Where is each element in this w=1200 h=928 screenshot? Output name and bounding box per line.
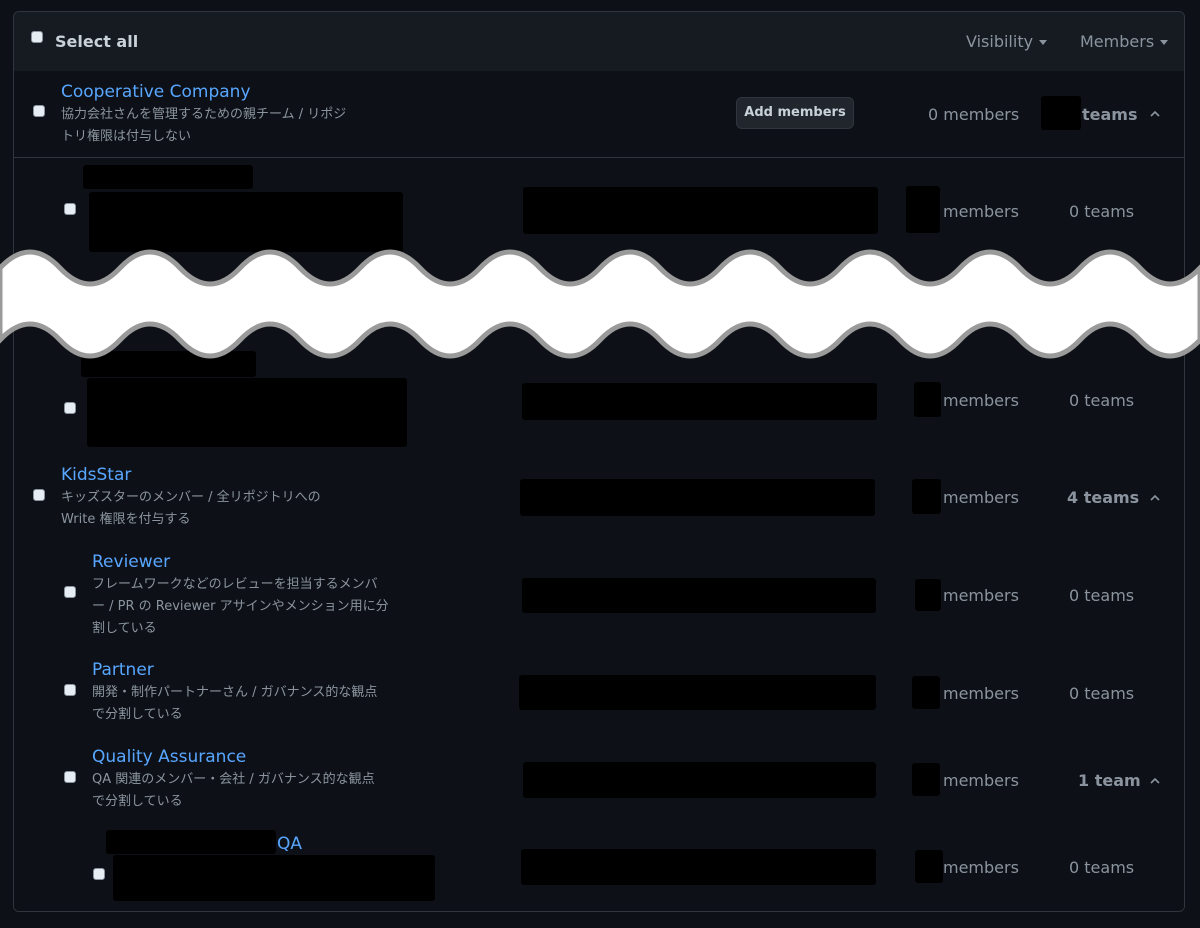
team-row-qa: QA members 0 teams xyxy=(14,823,1184,911)
team-name-link[interactable]: Partner xyxy=(92,660,154,680)
redacted-block xyxy=(914,382,941,417)
team-name-link[interactable]: Cooperative Company xyxy=(61,82,251,102)
team-row-kidsstar: KidsStar キッズスターのメンバー / 全リポジトリへの Write 権限を… xyxy=(14,454,1184,542)
torn-edge-overlay xyxy=(0,249,1200,359)
teams-count[interactable]: 1 team xyxy=(1078,771,1141,790)
teams-count[interactable]: 0 teams xyxy=(1069,684,1134,703)
team-row-partner: Partner 開発・制作パートナーさん / ガバナンス的な観点 で分割している … xyxy=(14,649,1184,737)
redacted-block xyxy=(915,850,943,883)
redacted-block xyxy=(523,762,876,798)
redacted-block xyxy=(87,378,407,447)
team-name-link[interactable]: KidsStar xyxy=(61,465,131,485)
teams-count[interactable]: 0 teams xyxy=(1069,202,1134,221)
redacted-block xyxy=(519,675,876,710)
redacted-block xyxy=(521,849,876,885)
list-header: Select all Visibility Members xyxy=(14,12,1184,72)
chevron-up-icon[interactable] xyxy=(1150,493,1160,503)
team-name-link[interactable]: QA xyxy=(277,834,302,854)
redacted-block xyxy=(106,830,276,854)
teams-count[interactable]: 4 teams xyxy=(1067,488,1139,507)
members-label: Members xyxy=(1080,32,1155,51)
team-checkbox[interactable] xyxy=(64,203,76,215)
members-count[interactable]: members xyxy=(943,858,1019,877)
members-count[interactable]: members xyxy=(943,391,1019,410)
redacted-block xyxy=(912,763,940,796)
select-all-checkbox[interactable] xyxy=(31,31,43,43)
teams-count[interactable]: 0 teams xyxy=(1069,586,1134,605)
redacted-block xyxy=(522,578,876,613)
redacted-block xyxy=(523,187,878,234)
team-name-link[interactable]: Quality Assurance xyxy=(92,747,246,767)
team-checkbox[interactable] xyxy=(64,586,76,598)
team-checkbox[interactable] xyxy=(33,489,45,501)
visibility-dropdown[interactable]: Visibility xyxy=(966,32,1048,51)
redacted-block xyxy=(912,676,940,709)
redacted-block xyxy=(522,383,877,420)
redacted-block xyxy=(1041,96,1081,130)
redacted-block xyxy=(906,186,940,233)
team-description: QA 関連のメンバー・会社 / ガバナンス的な観点 で分割している xyxy=(92,772,375,809)
select-all-label[interactable]: Select all xyxy=(55,32,138,51)
team-row-reviewer: Reviewer フレームワークなどのレビューを担当するメンバー / PR の … xyxy=(14,541,1184,650)
redacted-block xyxy=(83,165,253,189)
team-description: 協力会社さんを管理するための親チーム / リポジ トリ権限は付与しない xyxy=(61,107,347,144)
team-description: フレームワークなどのレビューを担当するメンバー / PR の Reviewer … xyxy=(92,577,389,636)
members-count[interactable]: members xyxy=(943,586,1019,605)
team-checkbox[interactable] xyxy=(33,105,45,117)
redacted-block xyxy=(912,479,941,514)
members-count[interactable]: members xyxy=(943,488,1019,507)
caret-down-icon xyxy=(1160,40,1169,45)
team-checkbox[interactable] xyxy=(93,868,105,880)
teams-count[interactable]: 0 teams xyxy=(1069,391,1134,410)
chevron-up-icon[interactable] xyxy=(1150,776,1160,786)
members-count[interactable]: members xyxy=(943,771,1019,790)
teams-list: Select all Visibility Members Cooperativ… xyxy=(13,11,1185,912)
members-count[interactable]: members xyxy=(943,684,1019,703)
redacted-block xyxy=(113,855,435,901)
redacted-block xyxy=(520,479,875,516)
chevron-up-icon[interactable] xyxy=(1150,109,1160,119)
team-description: 開発・制作パートナーさん / ガバナンス的な観点 で分割している xyxy=(92,685,378,722)
teams-count[interactable]: teams xyxy=(1082,105,1138,124)
team-name-link[interactable]: Reviewer xyxy=(92,552,170,572)
caret-down-icon xyxy=(1039,40,1048,45)
visibility-label: Visibility xyxy=(966,32,1034,51)
members-dropdown[interactable]: Members xyxy=(1080,32,1169,51)
teams-count[interactable]: 0 teams xyxy=(1069,858,1134,877)
add-members-button[interactable]: Add members xyxy=(736,97,854,129)
team-checkbox[interactable] xyxy=(64,684,76,696)
members-count[interactable]: members xyxy=(943,202,1019,221)
team-row-quality-assurance: Quality Assurance QA 関連のメンバー・会社 / ガバナンス的… xyxy=(14,736,1184,824)
members-count[interactable]: 0 members xyxy=(928,105,1019,124)
redacted-block xyxy=(915,579,941,611)
team-checkbox[interactable] xyxy=(64,402,76,414)
team-description: キッズスターのメンバー / 全リポジトリへの Write 権限を付与する xyxy=(61,490,321,527)
team-checkbox[interactable] xyxy=(64,771,76,783)
team-row-cooperative: Cooperative Company 協力会社さんを管理するための親チーム /… xyxy=(14,71,1184,158)
